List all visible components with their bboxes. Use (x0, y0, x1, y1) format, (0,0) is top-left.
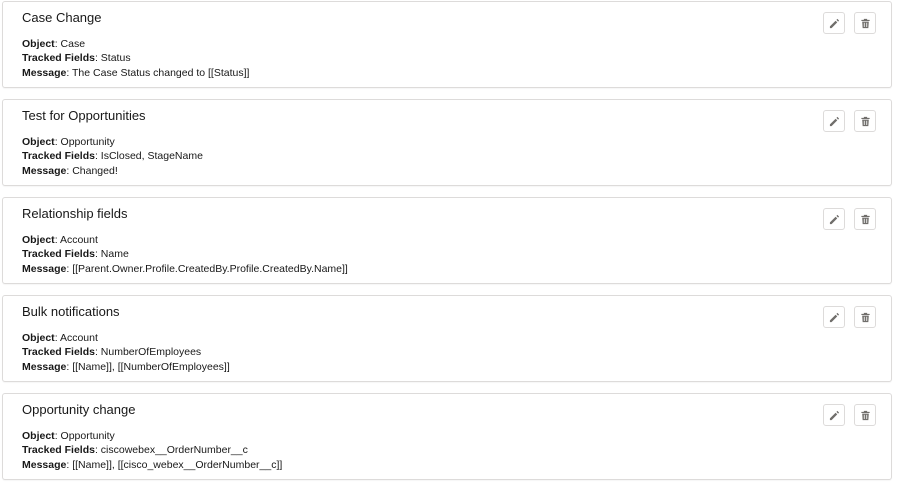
rule-message: Message: Changed! (22, 165, 118, 177)
edit-button[interactable] (823, 306, 845, 328)
rule-message: Message: [[Name]], [[NumberOfEmployees]] (22, 361, 230, 373)
trash-icon (860, 410, 870, 420)
tracked-fields-label: Tracked Fields (22, 444, 95, 456)
message-label: Message (22, 67, 67, 79)
rule-tracked-fields: Tracked Fields: Name (22, 248, 129, 260)
rule-card: Relationship fields Object: Account Trac… (2, 197, 892, 284)
rule-object: Object: Case (22, 38, 86, 50)
edit-button[interactable] (823, 404, 845, 426)
object-value: Case (60, 38, 86, 50)
rule-object: Object: Account (22, 332, 98, 344)
pencil-icon (829, 214, 839, 224)
rule-card: Case Change Object: Case Tracked Fields:… (2, 1, 892, 88)
tracked-fields-value: Status (100, 52, 131, 64)
delete-button[interactable] (854, 306, 876, 328)
rule-message: Message: [[Name]], [[cisco_webex__OrderN… (22, 459, 283, 471)
rule-card: Opportunity change Object: Opportunity T… (2, 393, 892, 480)
rule-object: Object: Opportunity (22, 136, 115, 148)
pencil-icon (829, 18, 839, 28)
edit-button[interactable] (823, 208, 845, 230)
delete-button[interactable] (854, 12, 876, 34)
object-value: Account (59, 234, 98, 246)
rule-title: Opportunity change (22, 402, 136, 417)
rule-object: Object: Opportunity (22, 430, 115, 442)
object-label: Object (22, 332, 55, 344)
object-value: Account (59, 332, 98, 344)
trash-icon (860, 18, 870, 28)
trash-icon (860, 214, 870, 224)
pencil-icon (829, 410, 839, 420)
rule-tracked-fields: Tracked Fields: NumberOfEmployees (22, 346, 202, 358)
tracked-fields-value: Name (100, 248, 129, 260)
rule-message: Message: [[Parent.Owner.Profile.CreatedB… (22, 263, 348, 275)
rule-title: Bulk notifications (22, 304, 120, 319)
delete-button[interactable] (854, 208, 876, 230)
rule-card: Test for Opportunities Object: Opportuni… (2, 99, 892, 186)
message-value: [[Name]], [[NumberOfEmployees]] (72, 361, 230, 373)
tracked-fields-label: Tracked Fields (22, 52, 95, 64)
rule-title: Test for Opportunities (22, 108, 146, 123)
notification-rule-list: Case Change Object: Case Tracked Fields:… (0, 0, 899, 487)
rule-title: Case Change (22, 10, 102, 25)
message-label: Message (22, 263, 67, 275)
object-value: Opportunity (60, 430, 115, 442)
pencil-icon (829, 312, 839, 322)
tracked-fields-value: ciscowebex__OrderNumber__c (100, 444, 248, 456)
tracked-fields-value: IsClosed, StageName (100, 150, 203, 162)
rule-tracked-fields: Tracked Fields: ciscowebex__OrderNumber_… (22, 444, 248, 456)
object-value: Opportunity (60, 136, 115, 148)
message-label: Message (22, 165, 67, 177)
rule-tracked-fields: Tracked Fields: Status (22, 52, 131, 64)
delete-button[interactable] (854, 404, 876, 426)
tracked-fields-label: Tracked Fields (22, 248, 95, 260)
rule-tracked-fields: Tracked Fields: IsClosed, StageName (22, 150, 203, 162)
rule-object: Object: Account (22, 234, 98, 246)
message-value: Changed! (72, 165, 118, 177)
trash-icon (860, 312, 870, 322)
edit-button[interactable] (823, 110, 845, 132)
message-value: The Case Status changed to [[Status]] (72, 67, 250, 79)
tracked-fields-label: Tracked Fields (22, 346, 95, 358)
object-label: Object (22, 234, 55, 246)
message-label: Message (22, 361, 67, 373)
trash-icon (860, 116, 870, 126)
object-label: Object (22, 430, 55, 442)
pencil-icon (829, 116, 839, 126)
message-value: [[Parent.Owner.Profile.CreatedBy.Profile… (72, 263, 348, 275)
tracked-fields-label: Tracked Fields (22, 150, 95, 162)
message-label: Message (22, 459, 67, 471)
message-value: [[Name]], [[cisco_webex__OrderNumber__c]… (72, 459, 283, 471)
tracked-fields-value: NumberOfEmployees (100, 346, 202, 358)
object-label: Object (22, 38, 55, 50)
object-label: Object (22, 136, 55, 148)
delete-button[interactable] (854, 110, 876, 132)
rule-card: Bulk notifications Object: Account Track… (2, 295, 892, 382)
rule-message: Message: The Case Status changed to [[St… (22, 67, 250, 79)
edit-button[interactable] (823, 12, 845, 34)
rule-title: Relationship fields (22, 206, 128, 221)
